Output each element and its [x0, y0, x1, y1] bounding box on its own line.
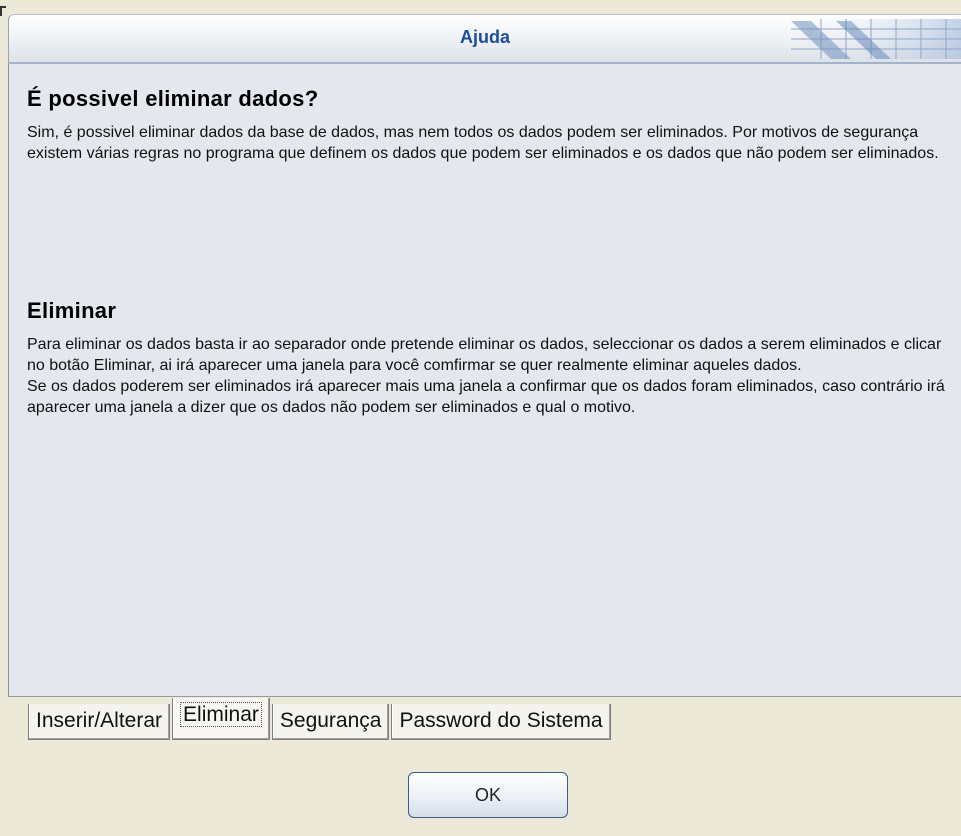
tab-password-do-sistema[interactable]: Password do Sistema — [391, 704, 611, 740]
tab-seguranca[interactable]: Segurança — [271, 704, 390, 740]
ok-button[interactable]: OK — [408, 772, 568, 818]
tab-label: Eliminar — [180, 702, 262, 727]
title-decoration-icon — [781, 19, 961, 59]
tab-label: Segurança — [279, 709, 382, 732]
section-text: Para eliminar os dados basta ir ao separ… — [27, 336, 945, 416]
tab-inserir-alterar[interactable]: Inserir/Alterar — [28, 704, 171, 740]
title-bar[interactable]: Ajuda — [8, 14, 961, 64]
tab-strip: Inserir/Alterar Eliminar Segurança Passw… — [28, 696, 613, 740]
tab-label: Inserir/Alterar — [36, 709, 163, 732]
window-corner-mark — [0, 6, 6, 16]
tab-eliminar[interactable]: Eliminar — [172, 698, 270, 740]
help-dialog: Ajuda É possivel eliminar dados? Sim, é — [0, 0, 961, 836]
section-heading: Eliminar — [27, 298, 117, 323]
section-text: Sim, é possivel eliminar dados da base d… — [27, 124, 939, 162]
section-heading: É possivel eliminar dados? — [27, 86, 319, 111]
tab-label: Password do Sistema — [399, 709, 603, 732]
help-content: É possivel eliminar dados? Sim, é possiv… — [8, 64, 961, 696]
